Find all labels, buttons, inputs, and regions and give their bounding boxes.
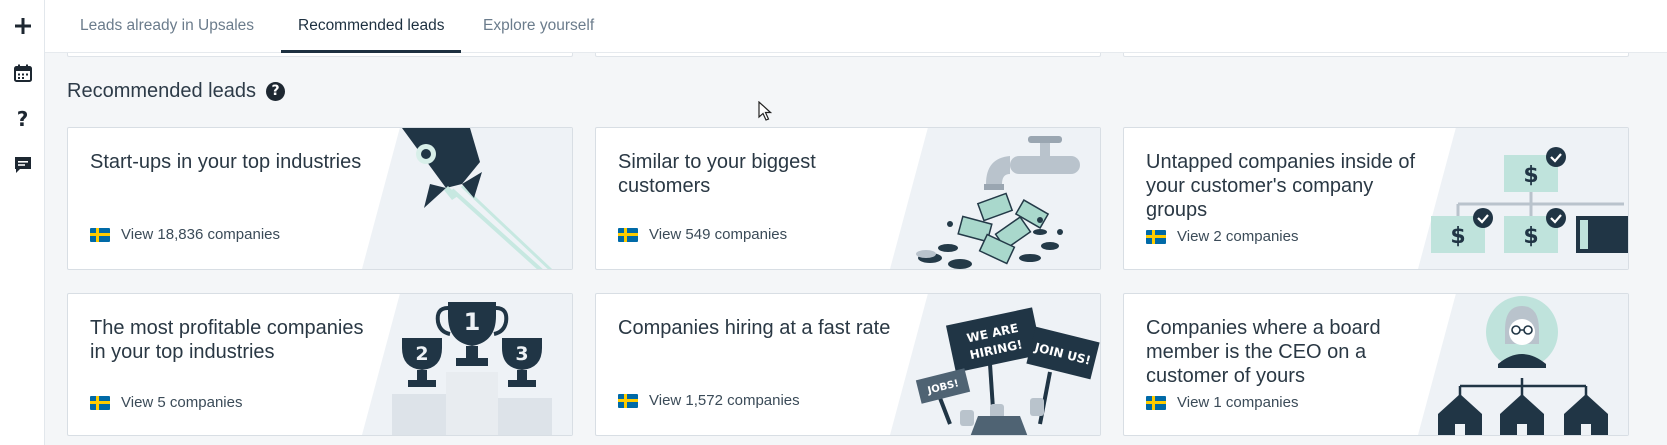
money-faucet-illustration (916, 136, 1080, 269)
card-title: Similar to your biggest customers (618, 151, 816, 197)
lead-card-untapped-companies[interactable]: $ $ $ Untapped companies inside of your … (1123, 127, 1629, 270)
calendar-icon (13, 64, 32, 82)
sweden-flag-icon (90, 227, 110, 242)
card-link-text: View 1 companies (1177, 394, 1299, 411)
company-group-tree-illustration: $ $ $ (1431, 147, 1628, 253)
tab-label: Leads already in Upsales (80, 17, 255, 34)
main-content: Leads already in Upsales Recommended lea… (45, 0, 1667, 445)
lead-card-board-member-ceo[interactable]: Companies where a board member is the CE… (1123, 293, 1629, 436)
card-link-text: View 549 companies (649, 226, 788, 243)
sidebar-chat-button[interactable] (0, 145, 45, 185)
question-icon: ? (16, 107, 29, 131)
card-title: Start-ups in your top industries (90, 151, 362, 173)
card-title: Untapped companies inside of your custom… (1146, 151, 1416, 221)
protest-signs-illustration: WE ARE HIRING! JOIN US! JOBS! (915, 307, 1100, 435)
plus-icon (14, 18, 31, 34)
card-title: Companies hiring at a fast rate (618, 317, 891, 339)
svg-text:$: $ (1523, 224, 1538, 249)
sidebar-add-button[interactable] (0, 6, 45, 46)
rocket-illustration (402, 128, 553, 269)
card-view-link[interactable]: View 18,836 companies (90, 226, 280, 243)
card-view-link[interactable]: View 1,572 companies (618, 392, 800, 409)
card-view-link[interactable]: View 549 companies (618, 226, 787, 243)
card-view-link[interactable]: View 2 companies (1146, 228, 1298, 245)
card-view-link[interactable]: View 5 companies (90, 394, 242, 411)
card-link-text: View 1,572 companies (649, 392, 800, 409)
lead-card-startups[interactable]: Start-ups in your top industries View 18… (67, 127, 573, 270)
lead-card-similar-customers[interactable]: Similar to your biggest customers View 5… (595, 127, 1101, 270)
tab-explore-yourself[interactable]: Explore yourself (466, 0, 611, 53)
svg-text:$: $ (1523, 163, 1538, 188)
trophy-label-3: 3 (515, 343, 528, 365)
tab-bar: Leads already in Upsales Recommended lea… (45, 0, 1667, 53)
card-view-link[interactable]: View 1 companies (1146, 394, 1298, 411)
chat-icon (14, 157, 31, 173)
tab-label: Recommended leads (298, 17, 445, 34)
sweden-flag-icon (1146, 395, 1166, 410)
lead-card-most-profitable[interactable]: 1 2 3 The most profitable companies in y… (67, 293, 573, 436)
card-title: The most profitable companies in your to… (90, 317, 364, 363)
section-title: Recommended leads (67, 80, 256, 102)
card-link-text: View 2 companies (1177, 228, 1299, 245)
trophy-label-2: 2 (415, 343, 428, 365)
svg-text:$: $ (1450, 224, 1465, 249)
lead-card-hiring-fast[interactable]: WE ARE HIRING! JOIN US! JOBS! Companies … (595, 293, 1101, 436)
tab-leads-in-upsales[interactable]: Leads already in Upsales (63, 0, 271, 53)
trophy-label-1: 1 (464, 308, 481, 336)
card-link-text: View 18,836 companies (121, 226, 280, 243)
left-sidebar: ? (0, 0, 45, 445)
help-circle-icon[interactable]: ? (266, 82, 285, 101)
sweden-flag-icon (618, 227, 638, 242)
tab-recommended-leads[interactable]: Recommended leads (281, 0, 462, 53)
mouse-cursor-icon (758, 101, 772, 121)
trophies-illustration: 1 2 3 (392, 302, 552, 435)
tab-label: Explore yourself (483, 17, 595, 34)
section-header: Recommended leads ? (67, 80, 285, 103)
sidebar-calendar-button[interactable] (0, 53, 45, 93)
sweden-flag-icon (90, 395, 110, 410)
sweden-flag-icon (1146, 229, 1166, 244)
card-link-text: View 5 companies (121, 394, 243, 411)
sidebar-help-button[interactable]: ? (0, 99, 45, 139)
person-houses-illustration (1438, 296, 1608, 435)
card-title: Companies where a board member is the CE… (1146, 317, 1381, 387)
sweden-flag-icon (618, 393, 638, 408)
